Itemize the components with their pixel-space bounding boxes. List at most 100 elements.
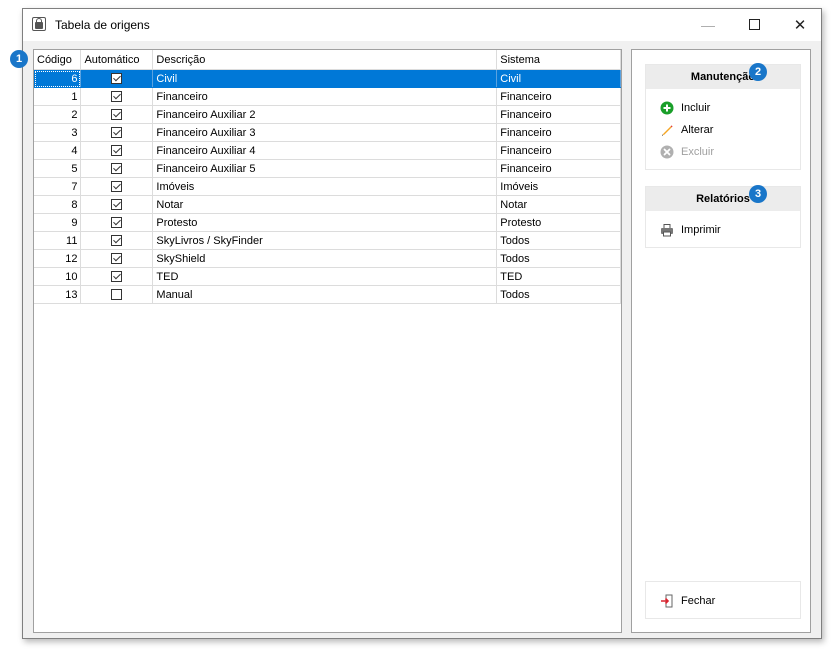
- cell-descricao[interactable]: Financeiro: [152, 87, 498, 106]
- maximize-button[interactable]: [731, 9, 777, 40]
- cell-sistema[interactable]: Imóveis: [496, 177, 621, 196]
- automatico-checkbox[interactable]: [111, 235, 123, 247]
- origins-grid[interactable]: Código Automático Descrição Sistema 6 Civ…: [34, 50, 621, 304]
- cell-codigo[interactable]: 10: [34, 267, 82, 286]
- cell-codigo[interactable]: 8: [34, 195, 82, 214]
- automatico-checkbox[interactable]: [111, 163, 123, 175]
- cell-automatico[interactable]: [80, 249, 154, 268]
- cell-automatico[interactable]: [80, 231, 154, 250]
- cell-descricao[interactable]: Civil: [152, 69, 498, 88]
- automatico-checkbox[interactable]: [111, 109, 123, 121]
- automatico-checkbox[interactable]: [111, 127, 123, 139]
- automatico-checkbox[interactable]: [111, 73, 123, 85]
- alterar-button[interactable]: Alterar: [646, 119, 800, 141]
- cell-codigo[interactable]: 2: [34, 105, 82, 124]
- grid-header-row: Código Automático Descrição Sistema: [34, 50, 621, 70]
- cell-codigo[interactable]: 13: [34, 285, 82, 304]
- cell-sistema[interactable]: Financeiro: [496, 159, 621, 178]
- cell-sistema[interactable]: TED: [496, 267, 621, 286]
- automatico-checkbox[interactable]: [111, 181, 123, 193]
- cell-automatico[interactable]: [80, 69, 154, 88]
- cell-automatico[interactable]: [80, 267, 154, 286]
- fechar-label: Fechar: [681, 595, 716, 607]
- table-row[interactable]: 2 Financeiro Auxiliar 2 Financeiro: [34, 105, 621, 124]
- automatico-checkbox[interactable]: [111, 145, 123, 157]
- table-row[interactable]: 11 SkyLivros / SkyFinder Todos: [34, 231, 621, 250]
- column-header-automatico[interactable]: Automático: [80, 50, 154, 70]
- cell-codigo[interactable]: 1: [34, 87, 82, 106]
- cell-automatico[interactable]: [80, 141, 154, 160]
- table-row[interactable]: 9 Protesto Protesto: [34, 213, 621, 232]
- cell-codigo[interactable]: 12: [34, 249, 82, 268]
- column-header-descricao[interactable]: Descrição: [152, 50, 498, 70]
- cell-descricao[interactable]: Notar: [152, 195, 498, 214]
- cell-descricao[interactable]: Financeiro Auxiliar 3: [152, 123, 498, 142]
- cell-sistema[interactable]: Protesto: [496, 213, 621, 232]
- cell-codigo[interactable]: 11: [34, 231, 82, 250]
- imprimir-button[interactable]: Imprimir: [646, 219, 800, 241]
- cell-descricao[interactable]: TED: [152, 267, 498, 286]
- table-row[interactable]: 1 Financeiro Financeiro: [34, 87, 621, 106]
- cell-automatico[interactable]: [80, 123, 154, 142]
- automatico-checkbox[interactable]: [111, 289, 123, 301]
- cell-automatico[interactable]: [80, 87, 154, 106]
- cell-automatico[interactable]: [80, 159, 154, 178]
- automatico-checkbox[interactable]: [111, 91, 123, 103]
- table-row[interactable]: 8 Notar Notar: [34, 195, 621, 214]
- table-row[interactable]: 12 SkyShield Todos: [34, 249, 621, 268]
- column-header-codigo[interactable]: Código: [34, 50, 82, 70]
- cell-sistema[interactable]: Todos: [496, 249, 621, 268]
- table-row[interactable]: 4 Financeiro Auxiliar 4 Financeiro: [34, 141, 621, 160]
- fechar-button[interactable]: Fechar: [646, 590, 800, 612]
- cell-descricao[interactable]: Manual: [152, 285, 498, 304]
- cell-automatico[interactable]: [80, 195, 154, 214]
- cell-sistema[interactable]: Civil: [496, 69, 621, 88]
- table-row[interactable]: 13 Manual Todos: [34, 285, 621, 304]
- cell-descricao[interactable]: Protesto: [152, 213, 498, 232]
- cell-descricao[interactable]: SkyShield: [152, 249, 498, 268]
- cell-descricao[interactable]: SkyLivros / SkyFinder: [152, 231, 498, 250]
- cell-codigo[interactable]: 9: [34, 213, 82, 232]
- cell-sistema[interactable]: Notar: [496, 195, 621, 214]
- cell-codigo[interactable]: 3: [34, 123, 82, 142]
- cell-sistema[interactable]: Financeiro: [496, 87, 621, 106]
- cell-codigo[interactable]: 6: [34, 69, 82, 88]
- alterar-label: Alterar: [681, 124, 714, 136]
- excluir-button[interactable]: Excluir: [646, 141, 800, 163]
- table-row[interactable]: 6 Civil Civil: [34, 69, 621, 88]
- cell-sistema[interactable]: Financeiro: [496, 141, 621, 160]
- actions-panel: Manutenção Incluir Alterar Excluir Relat…: [631, 49, 811, 633]
- automatico-checkbox[interactable]: [111, 253, 123, 265]
- cell-descricao[interactable]: Financeiro Auxiliar 4: [152, 141, 498, 160]
- cell-automatico[interactable]: [80, 105, 154, 124]
- cell-descricao[interactable]: Financeiro Auxiliar 2: [152, 105, 498, 124]
- cell-sistema[interactable]: Financeiro: [496, 123, 621, 142]
- relatorios-section: Relatórios Imprimir: [645, 186, 801, 248]
- incluir-button[interactable]: Incluir: [646, 97, 800, 119]
- minimize-button[interactable]: —: [685, 9, 731, 40]
- cell-descricao[interactable]: Financeiro Auxiliar 5: [152, 159, 498, 178]
- cell-sistema[interactable]: Financeiro: [496, 105, 621, 124]
- exit-icon: [661, 594, 673, 608]
- automatico-checkbox[interactable]: [111, 199, 123, 211]
- table-row[interactable]: 5 Financeiro Auxiliar 5 Financeiro: [34, 159, 621, 178]
- cell-codigo[interactable]: 7: [34, 177, 82, 196]
- automatico-checkbox[interactable]: [111, 217, 123, 229]
- table-row[interactable]: 7 Imóveis Imóveis: [34, 177, 621, 196]
- cell-codigo[interactable]: 5: [34, 159, 82, 178]
- automatico-checkbox[interactable]: [111, 271, 123, 283]
- cell-descricao[interactable]: Imóveis: [152, 177, 498, 196]
- table-row[interactable]: 10 TED TED: [34, 267, 621, 286]
- window: Tabela de origens — ✕ Código Automático …: [22, 8, 822, 639]
- column-header-sistema[interactable]: Sistema: [496, 50, 621, 70]
- cell-automatico[interactable]: [80, 177, 154, 196]
- title-bar[interactable]: Tabela de origens — ✕: [23, 9, 821, 41]
- cell-sistema[interactable]: Todos: [496, 285, 621, 304]
- cell-automatico[interactable]: [80, 285, 154, 304]
- cell-automatico[interactable]: [80, 213, 154, 232]
- cell-sistema[interactable]: Todos: [496, 231, 621, 250]
- table-row[interactable]: 3 Financeiro Auxiliar 3 Financeiro: [34, 123, 621, 142]
- close-icon: ✕: [793, 16, 807, 34]
- close-button[interactable]: ✕: [777, 9, 823, 40]
- cell-codigo[interactable]: 4: [34, 141, 82, 160]
